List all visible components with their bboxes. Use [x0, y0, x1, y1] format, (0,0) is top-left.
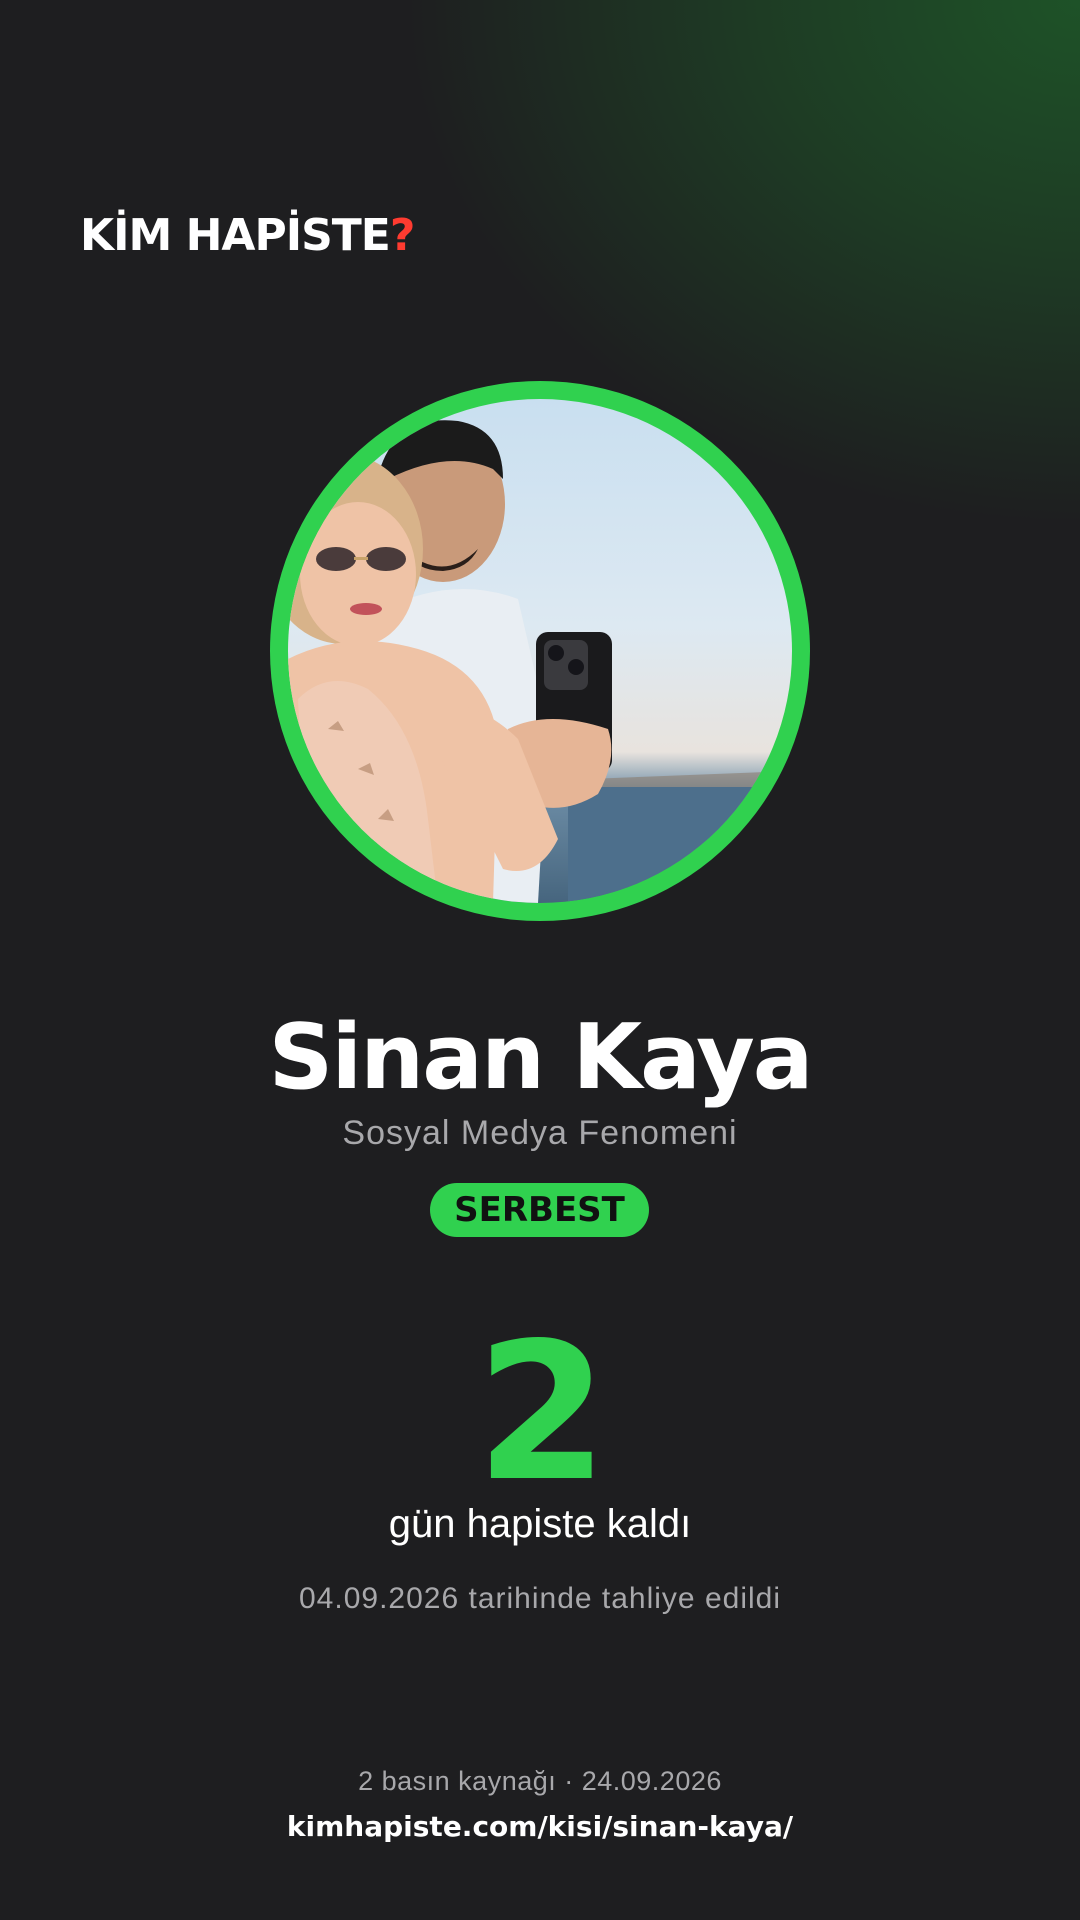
person-role: Sosyal Medya Fenomeni: [342, 1114, 738, 1152]
question-mark-icon: ?: [389, 210, 416, 261]
profile-photo-ring: [270, 381, 810, 921]
background-glow: [0, 0, 1080, 1920]
person-name: Sinan Kaya: [268, 1005, 814, 1110]
profile-url-link[interactable]: kimhapiste.com/kisi/sinan-kaya/: [0, 1810, 1080, 1843]
brand-logo-text: KİM HAPİSTE: [80, 210, 391, 261]
sources-info: 2 basın kaynağı · 24.09.2026: [358, 1766, 722, 1796]
brand-logo[interactable]: KİM HAPİSTE?: [80, 210, 416, 261]
status-badge: SERBEST: [430, 1183, 649, 1237]
days-count-label: gün hapiste kaldı: [388, 1502, 692, 1546]
profile-photo-image: [288, 420, 792, 903]
release-note: 04.09.2026 tarihinde tahliye edildi: [299, 1582, 781, 1615]
profile-photo[interactable]: [288, 399, 792, 903]
days-count: 2: [475, 1302, 608, 1523]
